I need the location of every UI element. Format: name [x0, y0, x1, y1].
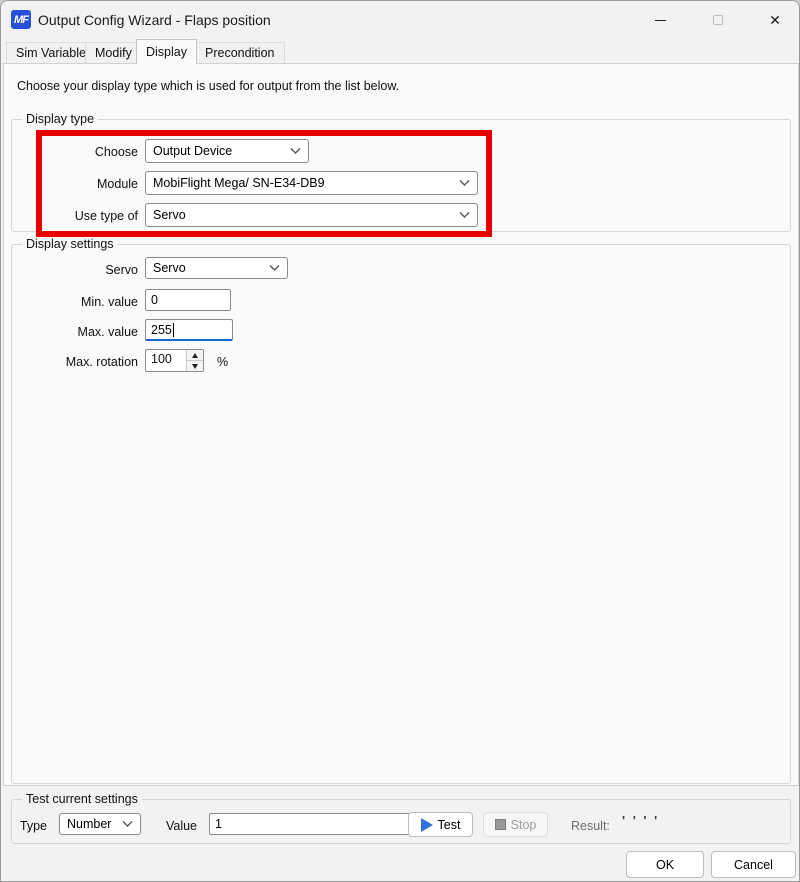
test-type-dropdown-value: Number [67, 817, 111, 831]
arrow-down-icon [192, 364, 198, 369]
output-config-wizard-window: MF Output Config Wizard - Flaps position… [0, 0, 800, 882]
stop-button[interactable]: Stop [483, 812, 548, 837]
display-settings-legend: Display settings [22, 237, 118, 251]
display-type-legend: Display type [22, 112, 98, 126]
test-type-label: Type [17, 819, 47, 833]
cancel-button-label: Cancel [734, 858, 773, 872]
use-type-dropdown[interactable]: Servo [145, 203, 478, 227]
title-bar: MF Output Config Wizard - Flaps position [1, 1, 799, 39]
minimize-button[interactable] [639, 1, 681, 39]
maximize-button[interactable] [697, 1, 739, 39]
arrow-up-icon [192, 353, 198, 358]
result-label: Result: [571, 819, 610, 833]
module-dropdown-value: MobiFlight Mega/ SN-E34-DB9 [153, 176, 325, 190]
spin-down-button[interactable] [187, 360, 203, 371]
tab-display[interactable]: Display [136, 39, 197, 64]
cancel-button[interactable]: Cancel [711, 851, 796, 878]
percent-unit-label: % [217, 355, 228, 369]
ok-button[interactable]: OK [626, 851, 704, 878]
max-value-input[interactable]: 255 [145, 319, 233, 341]
choose-label: Choose [18, 145, 138, 159]
chevron-down-icon [269, 264, 280, 272]
spin-up-button[interactable] [187, 350, 203, 360]
choose-dropdown-value: Output Device [153, 144, 232, 158]
max-rotation-stepper[interactable]: 100 [145, 349, 204, 372]
stop-button-label: Stop [511, 818, 537, 832]
module-label: Module [18, 177, 138, 191]
max-value-label: Max. value [18, 325, 138, 339]
test-value-label: Value [131, 819, 197, 833]
result-value: ' ' ' ' [622, 813, 659, 828]
servo-dropdown-value: Servo [153, 261, 186, 275]
test-settings-legend: Test current settings [22, 792, 142, 806]
close-button[interactable] [754, 1, 796, 39]
mobiflight-logo-icon: MF [11, 10, 31, 29]
max-rotation-value: 100 [146, 350, 186, 371]
servo-label: Servo [18, 263, 138, 277]
max-rotation-label: Max. rotation [18, 355, 138, 369]
tab-precondition[interactable]: Precondition [195, 42, 285, 64]
test-button-label: Test [438, 818, 461, 832]
choose-dropdown[interactable]: Output Device [145, 139, 309, 163]
text-caret [173, 323, 174, 337]
chevron-down-icon [459, 179, 470, 187]
servo-dropdown[interactable]: Servo [145, 257, 288, 279]
ok-button-label: OK [656, 858, 674, 872]
use-type-of-label: Use type of [18, 209, 138, 223]
tab-sim-variable[interactable]: Sim Variable [6, 42, 96, 64]
play-icon [421, 818, 433, 832]
test-type-dropdown[interactable]: Number [59, 813, 141, 835]
test-button[interactable]: Test [408, 812, 473, 837]
chevron-down-icon [290, 147, 301, 155]
stop-icon [495, 819, 506, 830]
test-value-input[interactable] [209, 813, 425, 835]
page-description: Choose your display type which is used f… [17, 79, 399, 93]
min-value-label: Min. value [18, 295, 138, 309]
maximize-icon [713, 15, 723, 25]
window-title: Output Config Wizard - Flaps position [38, 1, 271, 39]
max-value-text: 255 [151, 323, 172, 337]
tab-modify[interactable]: Modify [85, 42, 142, 64]
chevron-down-icon [459, 211, 470, 219]
minimize-icon [655, 20, 666, 21]
min-value-input[interactable] [145, 289, 231, 311]
use-type-dropdown-value: Servo [153, 208, 186, 222]
module-dropdown[interactable]: MobiFlight Mega/ SN-E34-DB9 [145, 171, 478, 195]
